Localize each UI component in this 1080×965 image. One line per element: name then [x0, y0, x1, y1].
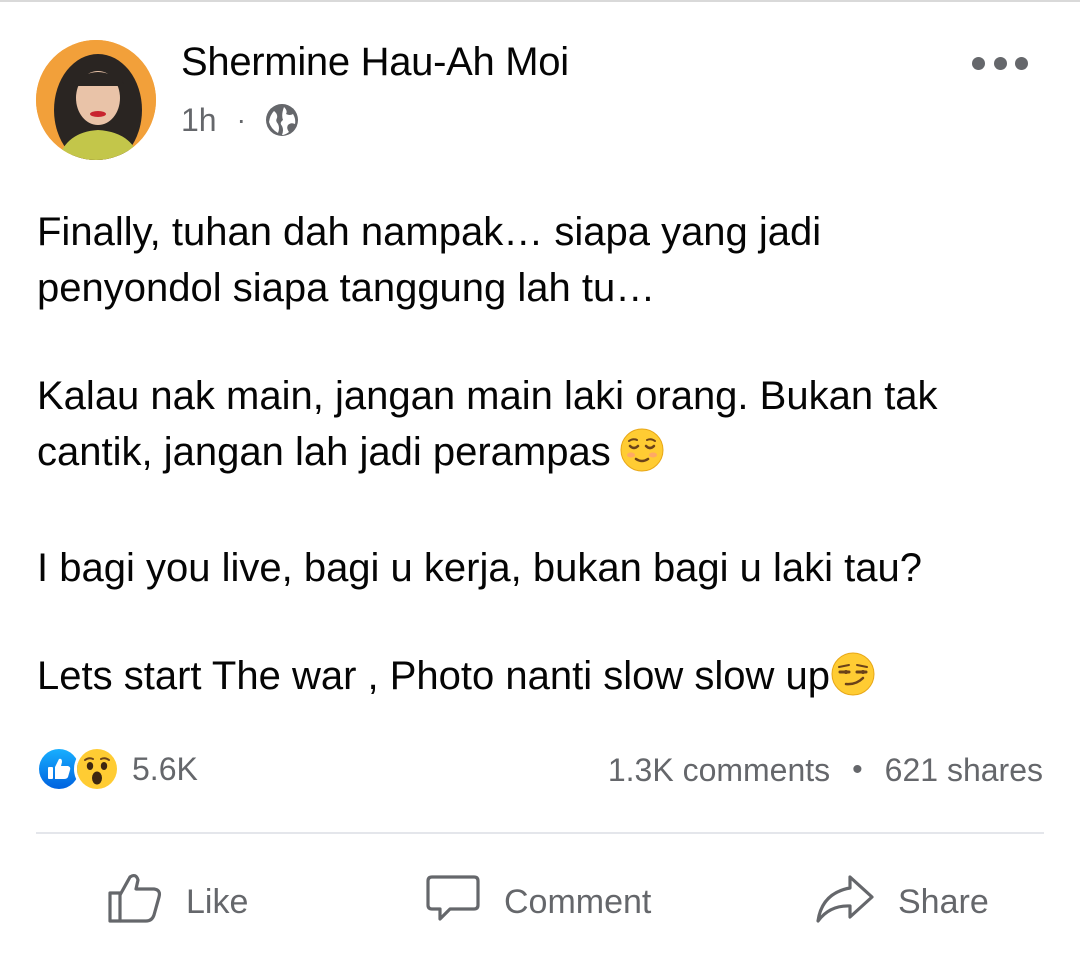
- top-divider: [0, 0, 1080, 2]
- reaction-count: 5.6K: [132, 750, 198, 787]
- action-bar: Like Comment Share: [36, 862, 1044, 942]
- post-time[interactable]: 1h: [181, 102, 217, 139]
- relieved-face-emoji: [619, 427, 665, 488]
- meta-separator: ·: [236, 104, 246, 135]
- share-arrow-icon: [814, 869, 876, 936]
- more-options-icon[interactable]: [972, 48, 1028, 78]
- post-paragraph: Lets start The war , Photo nanti slow sl…: [37, 648, 1047, 712]
- action-divider: [36, 832, 1044, 834]
- comments-count[interactable]: 1.3K comments: [608, 752, 830, 789]
- counts-separator: •: [852, 753, 863, 786]
- like-button[interactable]: Like: [106, 862, 248, 942]
- post-paragraph: Finally, tuhan dah nampak… siapa yang ja…: [37, 210, 822, 310]
- like-label: Like: [186, 882, 249, 921]
- thumbs-up-icon: [106, 869, 164, 936]
- comment-button[interactable]: Comment: [424, 862, 651, 942]
- post-meta: 1h ·: [181, 98, 300, 142]
- reactions-summary[interactable]: 5.6K: [36, 744, 198, 794]
- comment-bubble-icon: [424, 869, 482, 936]
- globe-icon[interactable]: [264, 102, 300, 138]
- shares-count[interactable]: 621 shares: [885, 752, 1043, 789]
- post-body: Finally, tuhan dah nampak… siapa yang ja…: [37, 204, 1047, 764]
- post-paragraph: Kalau nak main, jangan main laki orang. …: [37, 368, 1047, 488]
- engagement-counts: 1.3K comments • 621 shares: [608, 748, 1043, 792]
- avatar[interactable]: [36, 40, 156, 160]
- author-name[interactable]: Shermine Hau-Ah Moi: [181, 40, 569, 85]
- share-button[interactable]: Share: [814, 862, 989, 942]
- post-paragraph: I bagi you live, bagi u kerja, bukan bag…: [37, 546, 923, 590]
- wow-reaction-icon: [74, 746, 120, 792]
- comment-label: Comment: [504, 882, 652, 921]
- share-label: Share: [898, 882, 989, 921]
- smirking-face-emoji: [830, 651, 876, 712]
